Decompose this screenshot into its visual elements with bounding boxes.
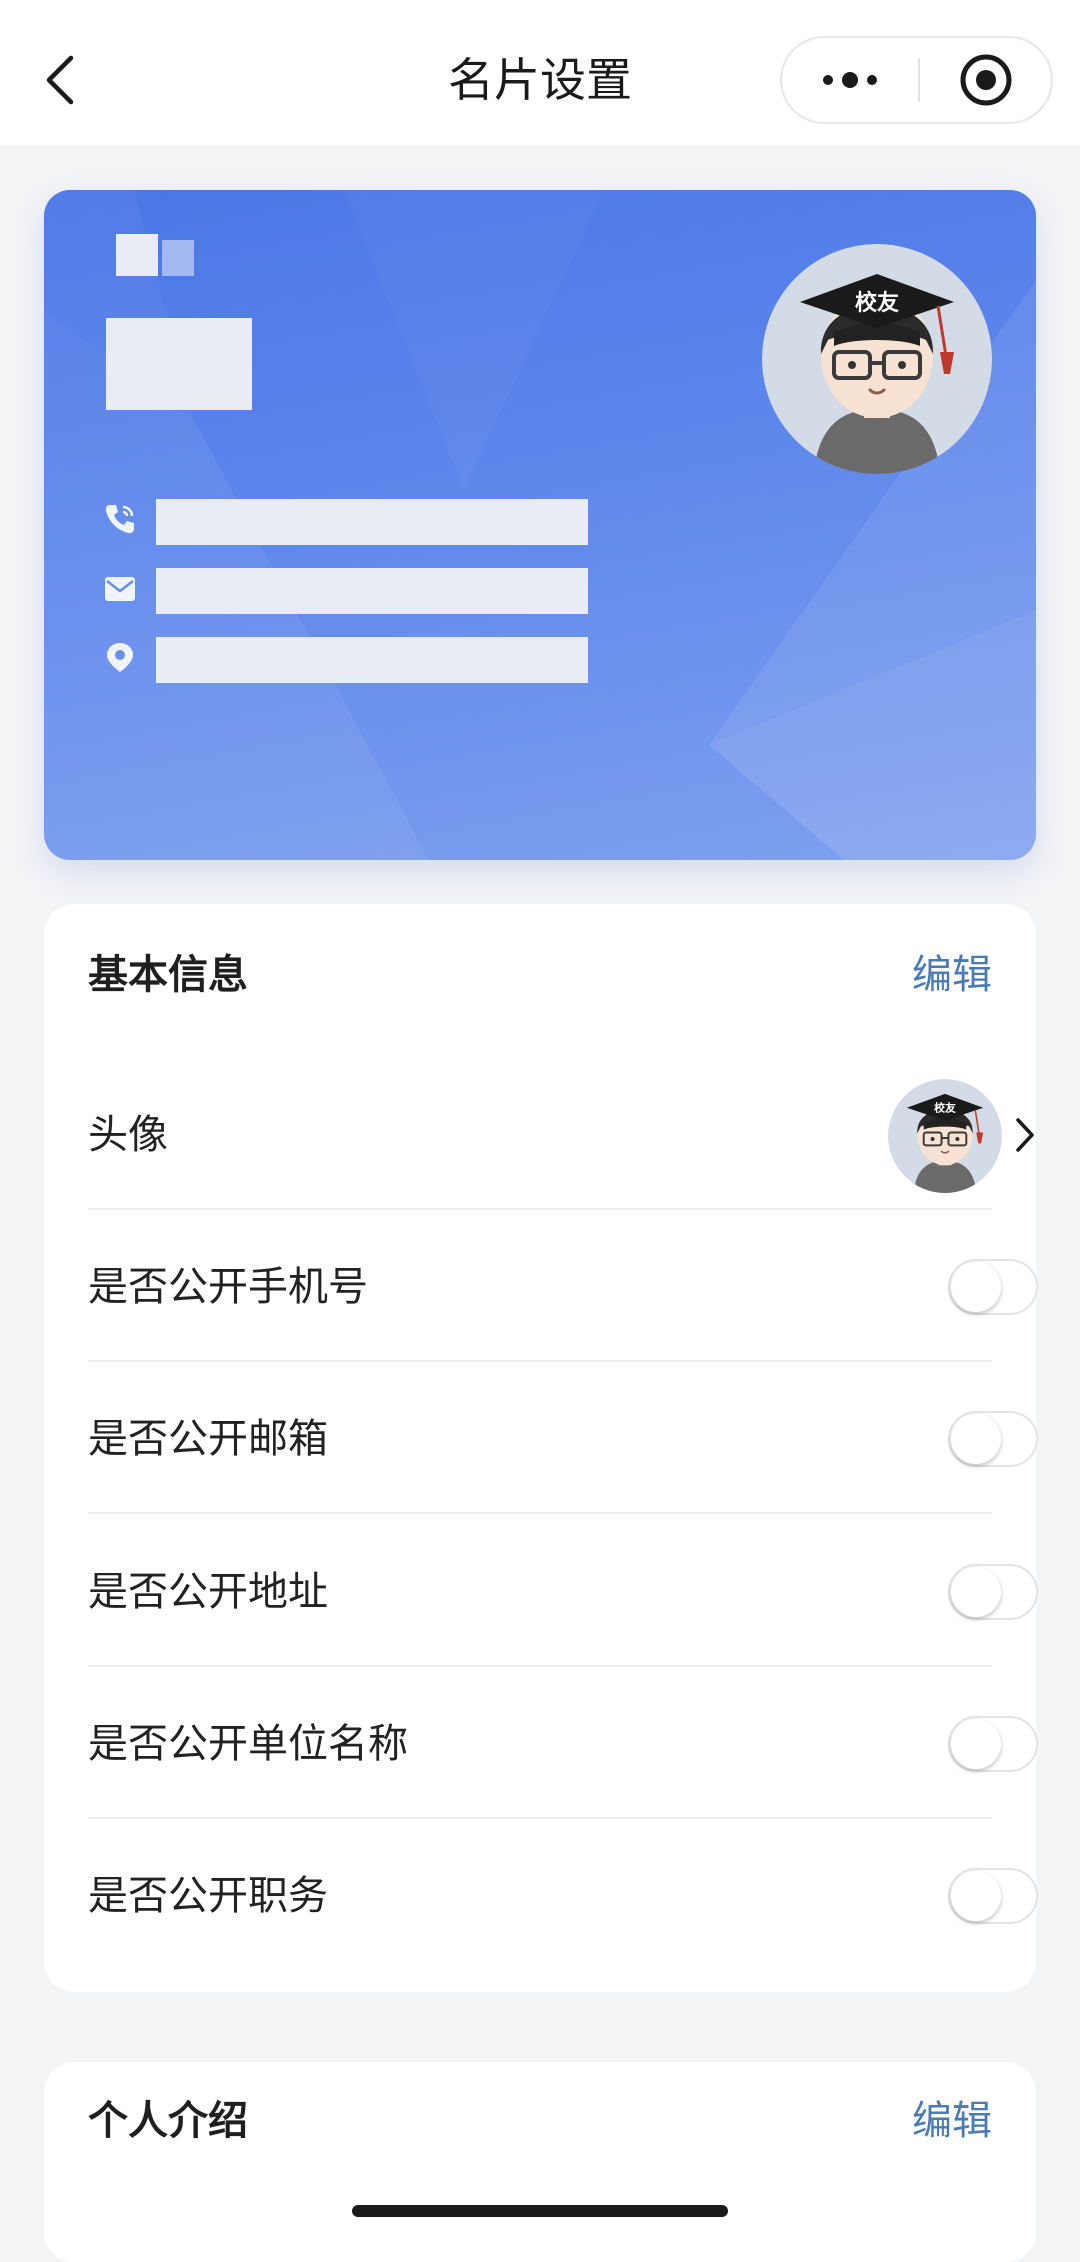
mini-program-capsule xyxy=(780,36,1053,124)
row-divider xyxy=(88,1360,992,1362)
target-close-icon xyxy=(960,54,1011,106)
toggle-label-phone: 是否公开手机号 xyxy=(88,1264,368,1310)
avatar-row[interactable]: 头像 校友 xyxy=(88,1060,1034,1210)
toggle-label-email: 是否公开邮箱 xyxy=(88,1416,328,1462)
chevron-right-icon xyxy=(1010,1110,1040,1160)
close-mini-program-button[interactable] xyxy=(920,38,1051,122)
toggle-company-switch[interactable] xyxy=(948,1716,1038,1772)
toggle-knob xyxy=(951,1567,1001,1617)
avatar-thumbnail[interactable]: 校友 xyxy=(888,1079,1002,1193)
basic-info-section: 基本信息 编辑 头像 校友 是否公开手机号 是否公开邮箱 是否公开地址 是否公开… xyxy=(44,904,1038,1992)
email-redaction xyxy=(156,568,588,614)
location-icon xyxy=(100,638,140,678)
avatar-row-label: 头像 xyxy=(88,1112,168,1158)
toggle-email-switch[interactable] xyxy=(948,1411,1038,1467)
toggle-row-phone: 是否公开手机号 xyxy=(88,1212,1038,1362)
top-navbar: 名片设置 xyxy=(0,0,1080,145)
toggle-row-address: 是否公开地址 xyxy=(88,1517,1038,1667)
basic-info-header: 基本信息 编辑 xyxy=(88,940,992,1010)
toggle-row-position: 是否公开职务 xyxy=(88,1821,1038,1971)
back-button[interactable] xyxy=(30,40,90,120)
more-dots-icon xyxy=(823,72,877,88)
toggle-label-company: 是否公开单位名称 xyxy=(88,1721,408,1767)
toggle-label-address: 是否公开地址 xyxy=(88,1569,328,1615)
basic-info-edit-button[interactable]: 编辑 xyxy=(912,940,992,1010)
avatar-thumbnail-badge: 校友 xyxy=(934,1101,956,1115)
card-avatar: 校友 xyxy=(762,244,992,474)
row-divider xyxy=(88,1208,992,1210)
toggle-phone-switch[interactable] xyxy=(948,1259,1038,1315)
toggle-row-email: 是否公开邮箱 xyxy=(88,1364,1038,1514)
mail-icon xyxy=(100,569,140,609)
basic-info-title: 基本信息 xyxy=(88,952,248,998)
toggle-knob xyxy=(951,1871,1001,1921)
address-redaction xyxy=(156,637,588,683)
business-card-preview: 校友 xyxy=(44,190,1036,860)
page-title: 名片设置 xyxy=(448,53,632,107)
phone-icon xyxy=(100,499,140,539)
row-divider xyxy=(88,1817,992,1819)
toggle-knob xyxy=(951,1719,1001,1769)
name-redaction-2 xyxy=(162,240,194,276)
home-indicator xyxy=(352,2205,728,2217)
phone-redaction xyxy=(156,499,588,545)
row-divider xyxy=(88,1665,992,1667)
personal-intro-edit-button[interactable]: 编辑 xyxy=(912,2086,992,2156)
more-button[interactable] xyxy=(782,38,918,122)
name-redaction xyxy=(116,234,158,276)
personal-intro-section: 个人介绍 编辑 xyxy=(44,2062,1036,2262)
card-avatar-badge: 校友 xyxy=(855,290,899,316)
toggle-row-company: 是否公开单位名称 xyxy=(88,1669,1038,1819)
chevron-left-icon xyxy=(46,55,74,105)
toggle-position-switch[interactable] xyxy=(948,1868,1038,1924)
toggle-address-switch[interactable] xyxy=(948,1564,1038,1620)
personal-intro-header: 个人介绍 编辑 xyxy=(88,2086,992,2156)
title-redaction xyxy=(106,318,252,410)
toggle-knob xyxy=(951,1262,1001,1312)
toggle-knob xyxy=(951,1414,1001,1464)
row-divider xyxy=(88,1512,992,1514)
personal-intro-title: 个人介绍 xyxy=(88,2098,248,2144)
toggle-label-position: 是否公开职务 xyxy=(88,1873,328,1919)
